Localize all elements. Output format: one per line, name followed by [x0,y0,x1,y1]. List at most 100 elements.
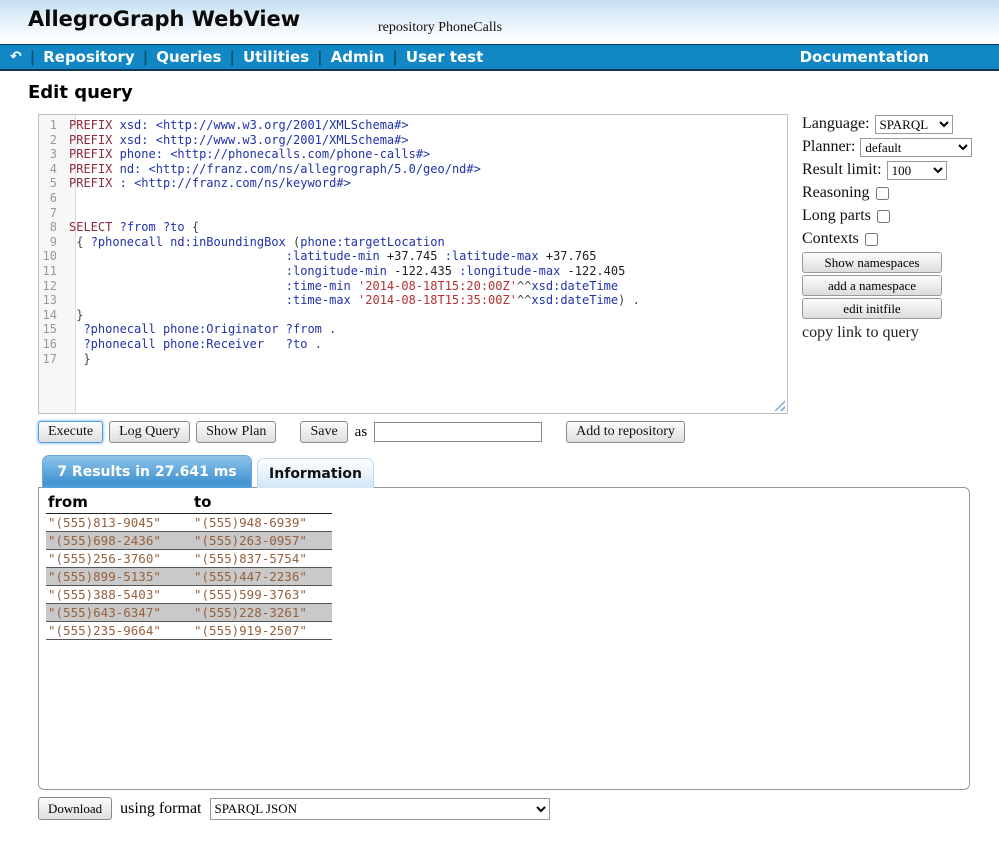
query-editor[interactable]: 1PREFIX xsd: <http://www.w3.org/2001/XML… [38,114,788,414]
nav-separator: | [143,48,148,66]
cell-to: "(555)919-2507" [192,622,332,640]
line-number: 13 [39,293,69,308]
nav-item-admin[interactable]: Admin [331,48,385,66]
tab-results[interactable]: 7 Results in 27.641 ms [42,455,252,488]
table-row: "(555)899-5135""(555)447-2236" [46,568,332,586]
nav-item-utilities[interactable]: Utilities [243,48,309,66]
result-limit-select[interactable]: 100 [887,161,947,180]
line-number: 3 [39,147,69,162]
planner-label: Planner: [802,138,855,156]
contexts-checkbox[interactable] [865,233,878,246]
cell-from: "(555)698-2436" [46,532,192,550]
save-as-label: as [355,424,368,441]
action-bar: Execute Log Query Show Plan Save as Add … [38,421,685,443]
back-arrow-icon[interactable]: ↶ [10,49,22,65]
nav-item-queries[interactable]: Queries [156,48,221,66]
results-tbody: "(555)813-9045""(555)948-6939""(555)698-… [46,514,332,640]
nav-item-user-test[interactable]: User test [406,48,483,66]
code-line: 1PREFIX xsd: <http://www.w3.org/2001/XML… [39,118,787,133]
cell-from: "(555)899-5135" [46,568,192,586]
code-line: 7 [39,206,787,221]
line-number: 5 [39,176,69,191]
nav-separator: | [392,48,397,66]
table-row: "(555)388-5403""(555)599-3763" [46,586,332,604]
contexts-label: Contexts [802,230,859,248]
reasoning-checkbox[interactable] [876,187,889,200]
save-button[interactable]: Save [300,421,347,443]
code-line: 17 } [39,352,787,367]
add-to-repository-button[interactable]: Add to repository [566,421,685,443]
nav-item-documentation[interactable]: Documentation [800,48,929,66]
cell-to: "(555)228-3261" [192,604,332,622]
add-namespace-button[interactable]: add a namespace [802,275,942,296]
cell-from: "(555)643-6347" [46,604,192,622]
app-title: AllegroGraph WebView [28,7,300,31]
table-row: "(555)256-3760""(555)837-5754" [46,550,332,568]
page-header: AllegroGraph WebView repository PhoneCal… [0,0,999,44]
cell-to: "(555)837-5754" [192,550,332,568]
code-line: 13 :time-max '2014-08-18T15:35:00Z'^^xsd… [39,293,787,308]
nav-item-repository[interactable]: Repository [43,48,135,66]
code-line: 4PREFIX nd: <http://franz.com/ns/allegro… [39,162,787,177]
results-panel: from to "(555)813-9045""(555)948-6939""(… [38,487,970,790]
result-limit-label: Result limit: [802,161,882,179]
line-number: 10 [39,249,69,264]
results-table: from to "(555)813-9045""(555)948-6939""(… [46,492,332,640]
long-parts-label: Long parts [802,207,871,225]
cell-to: "(555)447-2236" [192,568,332,586]
save-name-input[interactable] [374,422,542,442]
line-number: 1 [39,118,69,133]
code-line: 14 } [39,308,787,323]
planner-select[interactable]: default [860,138,972,157]
code-line: 8SELECT ?from ?to { [39,220,787,235]
line-number: 17 [39,352,69,367]
language-select[interactable]: SPARQL [875,115,953,134]
code-line: 6 [39,191,787,206]
cell-from: "(555)256-3760" [46,550,192,568]
show-namespaces-button[interactable]: Show namespaces [802,252,942,273]
reasoning-label: Reasoning [802,184,870,202]
column-header-to: to [192,492,332,514]
code-line: 10 :latitude-min +37.745 :latitude-max +… [39,249,787,264]
tab-information[interactable]: Information [257,458,374,488]
long-parts-checkbox[interactable] [877,210,890,223]
edit-initfile-button[interactable]: edit initfile [802,298,942,319]
results-tabs: 7 Results in 27.641 ms Information [42,455,374,488]
code-line: 2PREFIX xsd: <http://www.w3.org/2001/XML… [39,133,787,148]
log-query-button[interactable]: Log Query [109,421,190,443]
main-navbar: ↶ | Repository | Queries | Utilities | A… [0,44,999,71]
table-row: "(555)813-9045""(555)948-6939" [46,514,332,532]
code-lines: 1PREFIX xsd: <http://www.w3.org/2001/XML… [39,118,787,366]
execute-button[interactable]: Execute [38,421,103,443]
table-row: "(555)643-6347""(555)228-3261" [46,604,332,622]
show-plan-button[interactable]: Show Plan [196,421,276,443]
line-number: 14 [39,308,69,323]
query-options-sidebar: Language: SPARQL Planner: default Result… [802,114,972,342]
nav-separator: | [317,48,322,66]
cell-to: "(555)263-0957" [192,532,332,550]
editor-resize-handle[interactable] [774,400,785,411]
line-number: 6 [39,191,69,206]
download-bar: Download using format SPARQL JSON [38,797,550,820]
line-number: 2 [39,133,69,148]
cell-from: "(555)813-9045" [46,514,192,532]
code-line: 16 ?phonecall phone:Receiver ?to . [39,337,787,352]
nav-separator: | [229,48,234,66]
code-line: 3PREFIX phone: <http://phonecalls.com/ph… [39,147,787,162]
copy-link-to-query[interactable]: copy link to query [802,324,972,342]
code-line: 15 ?phonecall phone:Originator ?from . [39,322,787,337]
download-button[interactable]: Download [38,797,112,820]
code-line: 5PREFIX : <http://franz.com/ns/keyword#> [39,176,787,191]
language-label: Language: [802,115,870,133]
line-number: 11 [39,264,69,279]
format-select[interactable]: SPARQL JSON [210,798,550,820]
column-header-from: from [46,492,192,514]
line-number: 15 [39,322,69,337]
table-row: "(555)698-2436""(555)263-0957" [46,532,332,550]
cell-to: "(555)948-6939" [192,514,332,532]
line-number: 8 [39,220,69,235]
line-number: 16 [39,337,69,352]
code-line: 9 { ?phonecall nd:inBoundingBox (phone:t… [39,235,787,250]
cell-from: "(555)388-5403" [46,586,192,604]
line-number: 9 [39,235,69,250]
